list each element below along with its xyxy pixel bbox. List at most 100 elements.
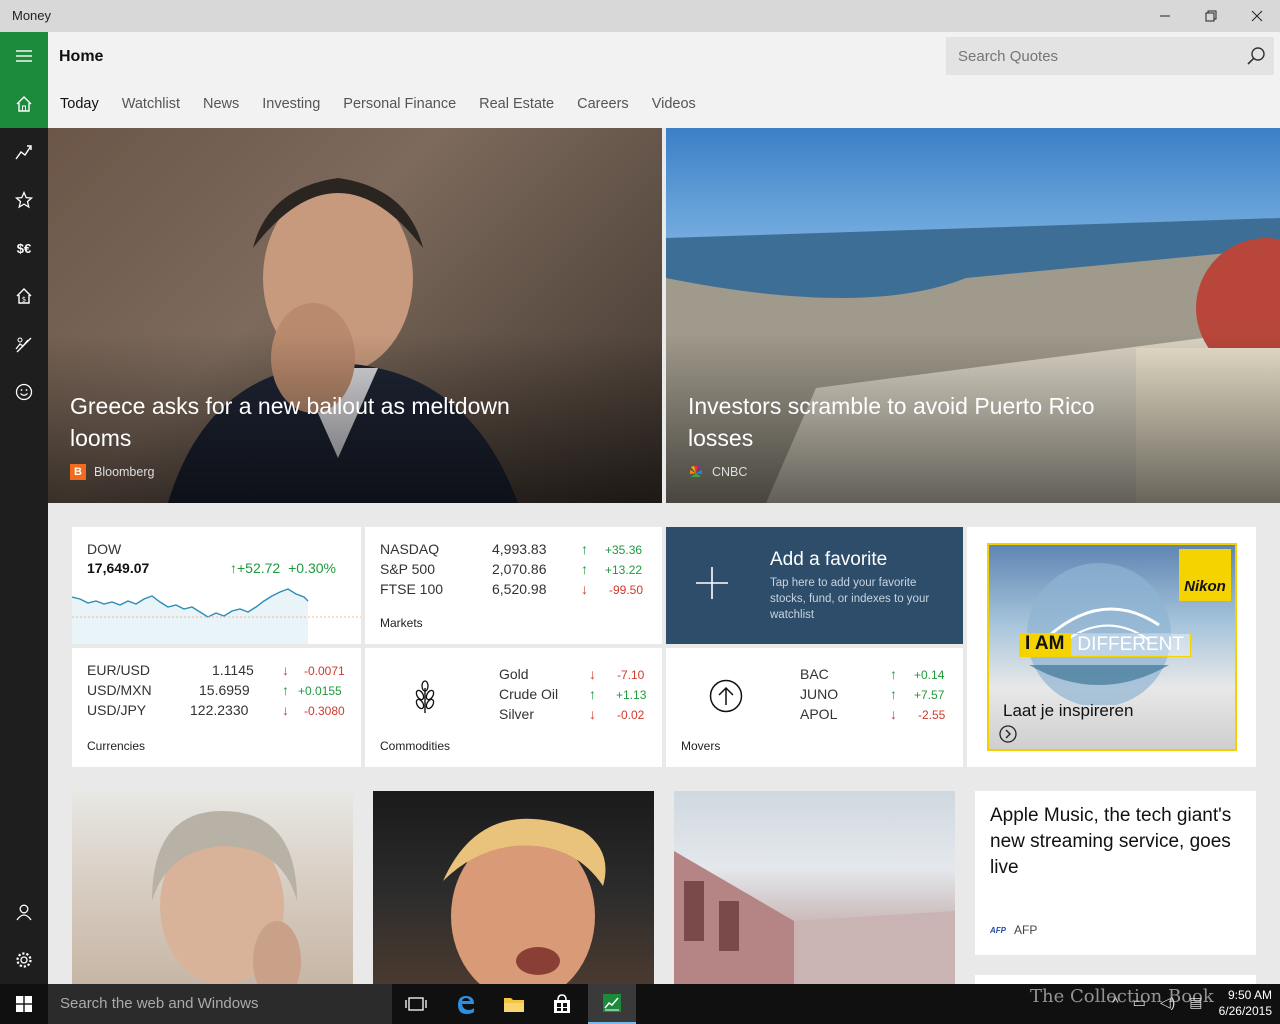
start-button[interactable] xyxy=(0,984,48,1024)
task-view-button[interactable] xyxy=(392,984,440,1024)
nav-home[interactable] xyxy=(0,80,48,128)
hero-story-greece[interactable]: Greece asks for a new bailout as meltdow… xyxy=(48,128,662,503)
commodities-tile[interactable]: Gold ↓ -7.10 Crude Oil ↑ +1.13 Silver ↓ … xyxy=(365,648,662,767)
ad-tagline: Laat je inspireren xyxy=(1003,701,1134,720)
currencies-tile[interactable]: EUR/USD 1.1145 ↓ -0.0071 USD/MXN 15.6959… xyxy=(72,648,361,767)
news-card-next[interactable] xyxy=(975,975,1256,984)
news-card-building[interactable] xyxy=(674,791,955,984)
house-dollar-icon: $ xyxy=(16,288,32,304)
dow-name: DOW xyxy=(87,541,122,557)
commodity-change: -0.02 xyxy=(617,708,645,722)
dow-tile[interactable]: DOW 17,649.07 ↑+52.72 +0.30% xyxy=(72,527,361,644)
nav-personal[interactable] xyxy=(0,368,48,416)
nav-real-estate[interactable]: $ xyxy=(0,272,48,320)
taskbar: Search the web and Windows The Collectio… xyxy=(0,984,1280,1024)
nav-watchlist[interactable] xyxy=(0,176,48,224)
file-explorer-button[interactable] xyxy=(490,984,538,1024)
commodity-change: +1.13 xyxy=(616,688,647,702)
markets-caption: Markets xyxy=(380,616,423,630)
volume-icon[interactable]: ◁) xyxy=(1160,994,1175,1011)
movers-tile[interactable]: BAC ↑ +0.14 JUNO ↑ +7.57 APOL ↓ -2.55 Mo… xyxy=(666,648,963,767)
tab-careers[interactable]: Careers xyxy=(577,96,629,120)
tab-personal-finance[interactable]: Personal Finance xyxy=(343,96,456,120)
person-icon xyxy=(16,904,32,921)
hamburger-icon xyxy=(16,50,32,62)
folder-icon xyxy=(504,998,524,1012)
store-button[interactable] xyxy=(538,984,586,1024)
chevron-right-circle-icon[interactable] xyxy=(999,725,1017,743)
market-change: -99.50 xyxy=(609,583,644,597)
market-name: FTSE 100 xyxy=(380,581,444,597)
close-button[interactable] xyxy=(1234,0,1280,32)
wheat-icon xyxy=(415,680,435,713)
tab-watchlist[interactable]: Watchlist xyxy=(122,96,180,120)
mover-name: APOL xyxy=(800,706,838,722)
edge-button[interactable] xyxy=(442,984,490,1024)
news-card-businessman[interactable] xyxy=(373,791,654,984)
network-icon[interactable]: ▭ xyxy=(1133,994,1146,1011)
news-photo-woman xyxy=(152,811,301,984)
arrow-up-circle-icon xyxy=(709,679,743,713)
arrow-up-icon: ↑ xyxy=(890,686,897,702)
nav-currencies[interactable]: $€ xyxy=(0,224,48,272)
arrow-down-icon: ↓ xyxy=(589,706,596,722)
hero-title: Greece asks for a new bailout as meltdow… xyxy=(70,393,510,451)
section-tabs: Today Watchlist News Investing Personal … xyxy=(60,96,719,120)
nav-markets[interactable] xyxy=(0,128,48,176)
search-quotes-input[interactable] xyxy=(946,37,1236,75)
chevron-up-icon[interactable]: ^ xyxy=(1112,994,1119,1011)
money-app-icon xyxy=(603,994,621,1012)
arrow-up-icon: ↑ xyxy=(581,541,588,557)
tab-news[interactable]: News xyxy=(203,96,239,120)
market-change: +35.36 xyxy=(605,543,643,557)
clock[interactable]: 9:50 AM 6/26/2015 xyxy=(1219,987,1272,1019)
add-favorite-title: Add a favorite xyxy=(770,549,888,570)
minimize-icon xyxy=(1160,15,1170,17)
search-icon[interactable] xyxy=(1246,46,1266,66)
hamburger-button[interactable] xyxy=(0,32,48,80)
arrow-up-icon: ↑ xyxy=(589,686,596,702)
ad-photo-crystal-ball xyxy=(1027,563,1171,705)
restore-button[interactable] xyxy=(1188,0,1234,32)
star-icon xyxy=(15,191,33,209)
tab-real-estate[interactable]: Real Estate xyxy=(479,96,554,120)
hero-title: Investors scramble to avoid Puerto Rico … xyxy=(688,393,1095,451)
add-favorite-tile[interactable]: Add a favorite Tap here to add your favo… xyxy=(666,527,963,644)
page-title: Home xyxy=(59,48,104,65)
home-icon xyxy=(16,96,32,112)
nav-settings[interactable] xyxy=(0,936,48,984)
news-card-apple-music[interactable]: Apple Music, the tech giant's new stream… xyxy=(975,791,1256,955)
cnbc-logo-icon xyxy=(688,464,704,480)
commodity-name: Silver xyxy=(499,706,535,722)
dow-change-points: +52.72 xyxy=(237,560,281,576)
mover-name: JUNO xyxy=(800,686,839,702)
ad-banner[interactable]: Nikon I AM DIFFERENT Laat je inspireren xyxy=(987,543,1237,751)
arrow-down-icon: ↓ xyxy=(282,702,289,718)
gear-icon xyxy=(16,952,32,968)
close-icon xyxy=(1251,10,1263,22)
market-value: 4,993.83 xyxy=(492,541,547,557)
news-card-woman[interactable] xyxy=(72,791,353,984)
tab-videos[interactable]: Videos xyxy=(652,96,696,120)
taskbar-search[interactable]: Search the web and Windows xyxy=(48,984,392,1024)
ad-tile[interactable]: Nikon I AM DIFFERENT Laat je inspireren xyxy=(967,527,1256,767)
currency-change: +0.0155 xyxy=(298,684,342,698)
tab-investing[interactable]: Investing xyxy=(262,96,320,120)
notifications-icon[interactable]: ▤ xyxy=(1189,994,1202,1011)
money-app-button[interactable] xyxy=(588,984,636,1024)
news-card-source: AFP AFP xyxy=(990,923,1037,937)
currency-value: 122.2330 xyxy=(190,702,249,718)
nav-account[interactable] xyxy=(0,888,48,936)
task-view-icon xyxy=(405,997,427,1011)
currency-change: -0.3080 xyxy=(304,704,345,718)
tab-today[interactable]: Today xyxy=(60,96,99,120)
hero-source-name: Bloomberg xyxy=(94,465,155,479)
add-favorite-description: Tap here to add your favorite stocks, fu… xyxy=(770,577,930,621)
currency-name: USD/MXN xyxy=(87,682,152,698)
hero-story-puerto-rico[interactable]: Investors scramble to avoid Puerto Rico … xyxy=(666,128,1280,503)
dow-change: ↑+52.72 +0.30% xyxy=(230,560,336,576)
markets-tile[interactable]: NASDAQ 4,993.83 ↑ +35.36 S&P 500 2,070.8… xyxy=(365,527,662,644)
dow-value: 17,649.07 xyxy=(87,560,150,576)
nav-investing[interactable] xyxy=(0,320,48,368)
minimize-button[interactable] xyxy=(1142,0,1188,32)
